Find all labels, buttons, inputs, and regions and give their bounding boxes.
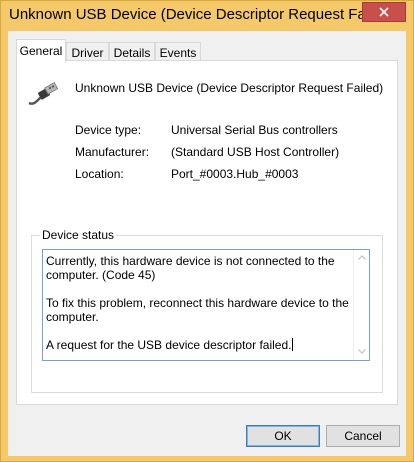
close-button[interactable] <box>362 2 406 22</box>
device-type-value: Universal Serial Bus controllers <box>171 123 338 137</box>
tab-driver[interactable]: Driver <box>66 42 109 61</box>
tab-details[interactable]: Details <box>109 42 155 61</box>
device-status-text: Currently, this hardware device is not c… <box>46 254 349 352</box>
manufacturer-label: Manufacturer: <box>75 145 150 159</box>
location-value: Port_#0003.Hub_#0003 <box>171 167 299 181</box>
text-caret <box>292 338 294 351</box>
device-status-textbox[interactable]: Currently, this hardware device is not c… <box>42 249 370 361</box>
tab-label: Events <box>159 46 197 60</box>
tab-label: General <box>19 44 63 58</box>
cancel-button[interactable]: Cancel <box>326 425 400 447</box>
dialog-client-area: General Driver Details Events Unknown US… <box>8 31 406 456</box>
manufacturer-value: (Standard USB Host Controller) <box>171 145 340 159</box>
tab-events[interactable]: Events <box>155 42 201 61</box>
location-label: Location: <box>75 167 124 181</box>
tab-label: Details <box>113 46 151 60</box>
tab-general[interactable]: General <box>16 39 66 62</box>
device-status-group: Device status Currently, this hardware d… <box>31 228 383 393</box>
device-type-label: Device type: <box>75 123 142 137</box>
device-name: Unknown USB Device (Device Descriptor Re… <box>75 81 384 95</box>
usb-cable-icon <box>28 81 59 105</box>
title-bar[interactable]: Unknown USB Device (Device Descriptor Re… <box>1 1 413 31</box>
device-status-label: Device status <box>40 228 117 242</box>
window-title: Unknown USB Device (Device Descriptor Re… <box>9 6 369 23</box>
properties-window: Unknown USB Device (Device Descriptor Re… <box>0 0 414 462</box>
general-tab-panel: Unknown USB Device (Device Descriptor Re… <box>16 60 398 405</box>
scroll-down-arrow-icon[interactable] <box>358 349 366 354</box>
tab-label: Driver <box>71 46 104 60</box>
vertical-scrollbar[interactable] <box>353 250 369 360</box>
close-icon <box>379 7 389 17</box>
ok-button[interactable]: OK <box>246 425 320 447</box>
scroll-up-arrow-icon[interactable] <box>358 255 366 260</box>
